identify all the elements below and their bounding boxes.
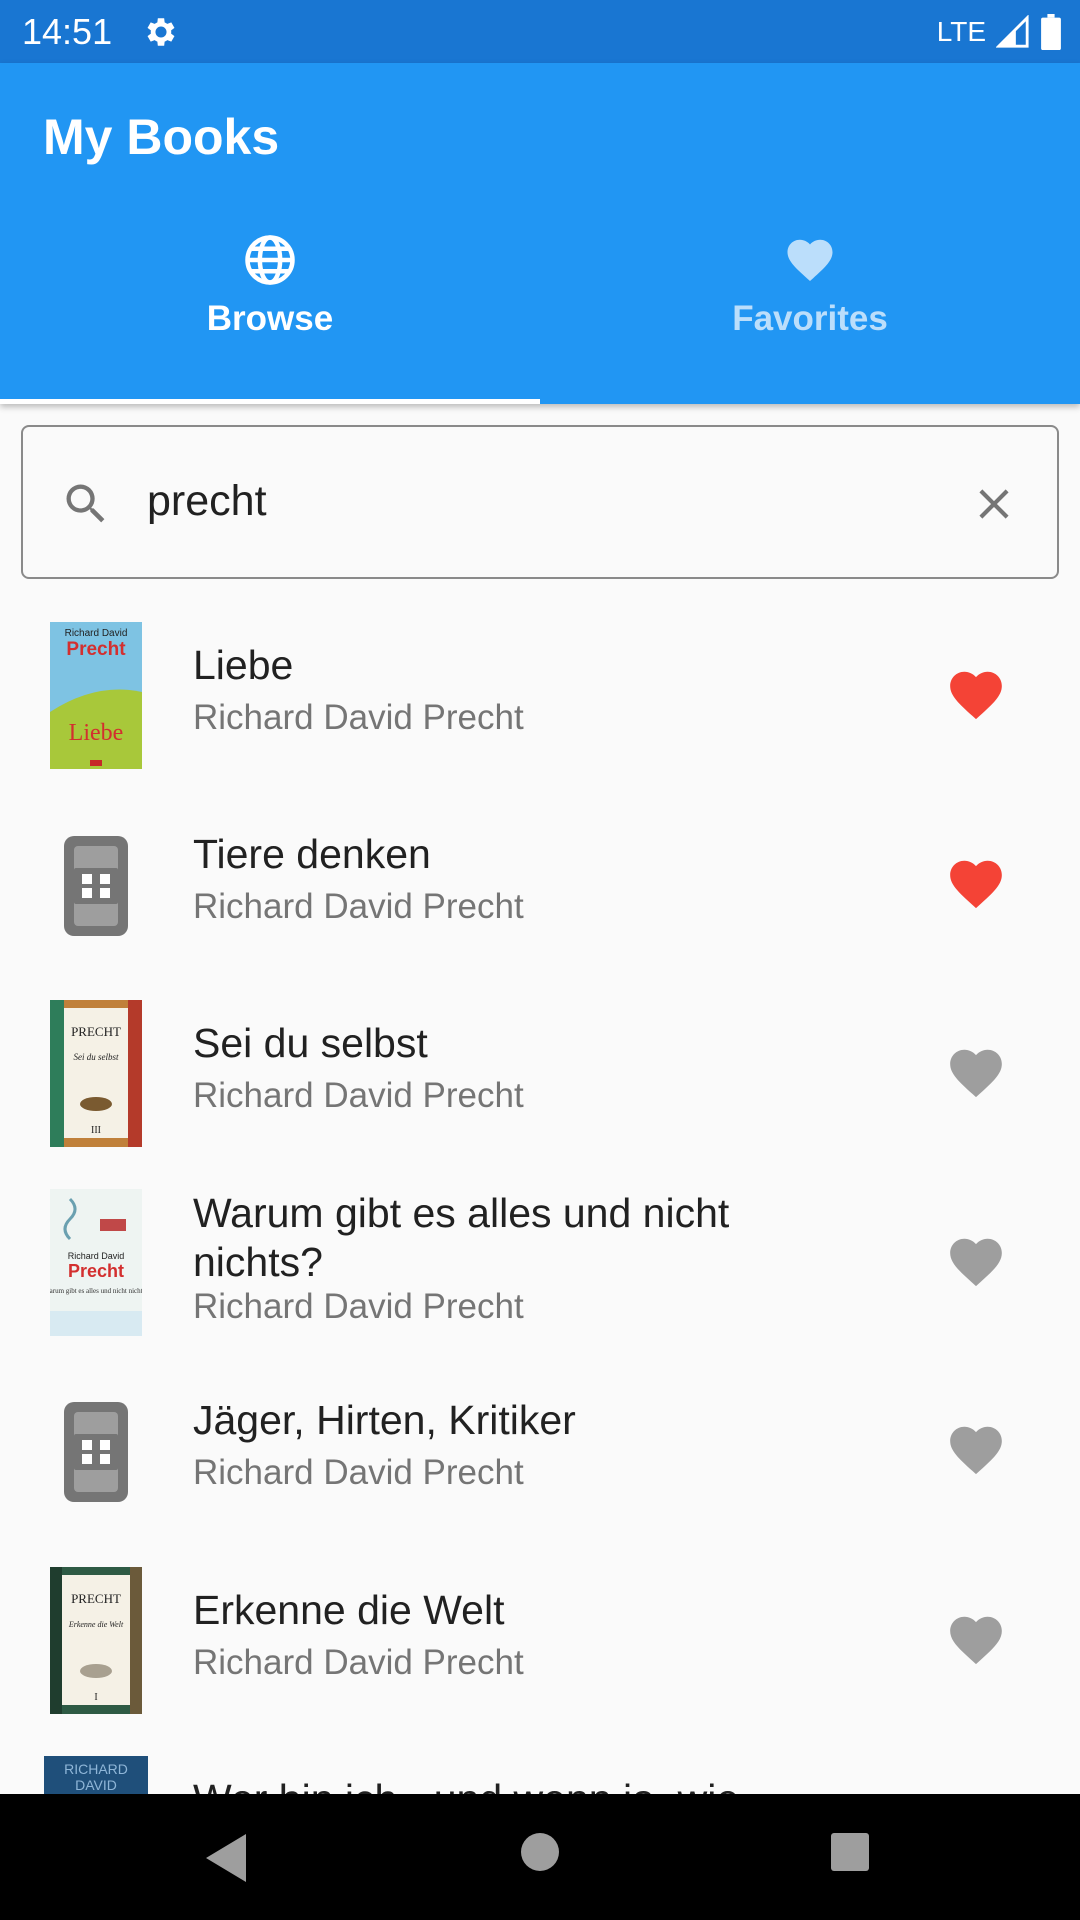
favorite-heart-icon[interactable] (945, 853, 1007, 915)
list-item[interactable]: PRECHT Erkenne die Welt I Erkenne die We… (0, 1545, 1080, 1734)
book-title: Liebe (193, 642, 294, 688)
tab-favorites[interactable]: Favorites (540, 233, 1080, 404)
book-author: Richard David Precht (193, 1287, 524, 1326)
battery-icon (1041, 14, 1061, 50)
book-cover: Richard David Precht Liebe (50, 622, 142, 769)
svg-text:Warum gibt es alles und nicht: Warum gibt es alles und nicht nichts? (50, 1287, 142, 1295)
book-cover: RICHARD DAVID (44, 1756, 148, 1795)
svg-text:Richard David: Richard David (68, 1251, 125, 1261)
svg-text:Precht: Precht (66, 639, 126, 660)
svg-text:DAVID: DAVID (75, 1777, 117, 1793)
book-title: Warum gibt es alles und nicht nichts? (193, 1190, 730, 1285)
status-indicators: LTE (937, 12, 1062, 52)
book-placeholder-icon (64, 836, 128, 936)
svg-text:RICHARD: RICHARD (64, 1761, 128, 1777)
book-list: Richard David Precht Liebe Liebe Richard… (0, 600, 1080, 1795)
book-title: Jäger, Hirten, Kritiker (193, 1397, 576, 1443)
svg-text:Liebe: Liebe (69, 720, 124, 746)
svg-text:PRECHT: PRECHT (71, 1024, 121, 1039)
book-title: Wer bin ich - und wenn ja, wie viele? (193, 1775, 833, 1795)
heart-icon (787, 239, 833, 282)
book-cover: PRECHT Erkenne die Welt I (50, 1567, 142, 1714)
favorite-heart-icon[interactable] (945, 664, 1007, 726)
list-item[interactable]: PRECHT Sei du selbst III Sei du selbst R… (0, 978, 1080, 1167)
list-item[interactable]: Richard David Precht Liebe Liebe Richard… (0, 600, 1080, 789)
tab-browse[interactable]: Browse (0, 233, 540, 404)
home-icon[interactable] (520, 1832, 560, 1872)
list-item[interactable]: Tiere denken Richard David Precht (0, 789, 1080, 978)
book-author: Richard David Precht (193, 1453, 524, 1492)
svg-text:Precht: Precht (68, 1261, 124, 1281)
signal-icon (996, 15, 1029, 48)
list-item[interactable]: Jäger, Hirten, Kritiker Richard David Pr… (0, 1356, 1080, 1545)
app-bar: My Books Browse Favorites (0, 63, 1080, 404)
svg-text:PRECHT: PRECHT (71, 1591, 121, 1606)
search-input[interactable]: precht (147, 471, 267, 531)
search-icon (66, 484, 105, 523)
status-bar: 14:51 LTE (0, 0, 1080, 63)
book-author: Richard David Precht (193, 698, 524, 737)
list-item[interactable]: RICHARD DAVID Wer bin ich - und wenn ja,… (0, 1734, 1080, 1795)
book-cover: PRECHT Sei du selbst III (50, 1000, 142, 1147)
favorite-heart-icon[interactable] (945, 1231, 1007, 1293)
svg-text:Erkenne die Welt: Erkenne die Welt (68, 1620, 124, 1629)
svg-text:Richard David: Richard David (65, 628, 128, 639)
favorite-heart-icon[interactable] (945, 1419, 1007, 1481)
svg-text:Sei du selbst: Sei du selbst (74, 1052, 119, 1062)
book-author: Richard David Precht (193, 1076, 524, 1115)
svg-text:III: III (91, 1125, 101, 1136)
globe-icon (245, 235, 295, 285)
system-nav-bar (0, 1794, 1080, 1920)
list-item[interactable]: Richard David Precht Warum gibt es alles… (0, 1167, 1080, 1356)
book-title: Tiere denken (193, 831, 431, 877)
back-icon[interactable] (202, 1832, 250, 1884)
tab-browse-label: Browse (206, 299, 334, 338)
favorite-heart-icon[interactable] (945, 1042, 1007, 1104)
book-author: Richard David Precht (193, 1643, 524, 1682)
book-title: Sei du selbst (193, 1020, 428, 1066)
svg-text:I: I (94, 1692, 97, 1703)
recents-icon[interactable] (830, 1832, 870, 1872)
book-title: Erkenne die Welt (193, 1587, 505, 1633)
book-author: Richard David Precht (193, 887, 524, 926)
book-cover: Richard David Precht Warum gibt es alles… (50, 1189, 142, 1336)
tab-indicator (0, 399, 540, 404)
favorite-heart-icon[interactable] (945, 1609, 1007, 1671)
page-title: My Books (43, 109, 280, 165)
search-field[interactable]: precht (21, 425, 1059, 579)
status-time: 14:51 (22, 11, 113, 52)
gear-icon (147, 18, 175, 46)
tab-favorites-label: Favorites (732, 299, 888, 338)
book-placeholder-icon (64, 1402, 128, 1502)
close-icon[interactable] (969, 479, 1019, 529)
network-type: LTE (936, 16, 986, 47)
